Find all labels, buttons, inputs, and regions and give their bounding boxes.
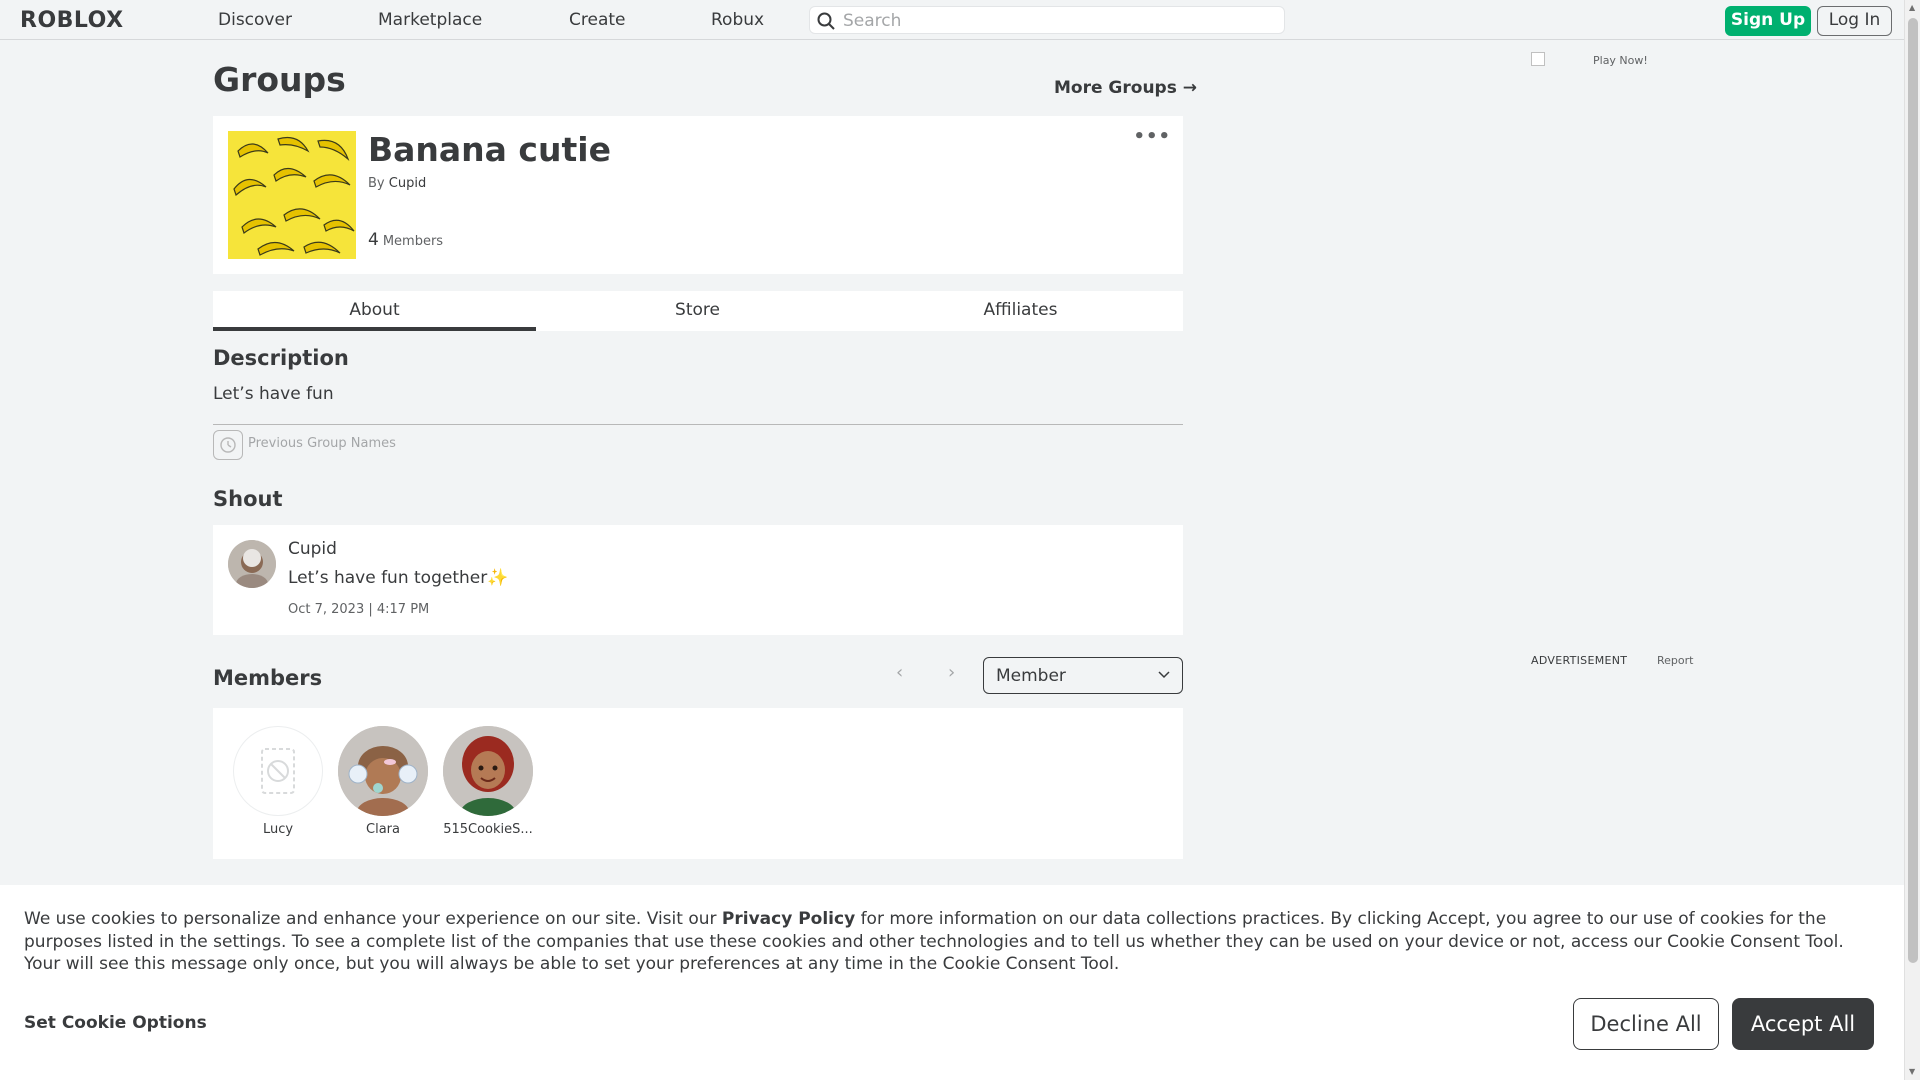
page-title: Groups — [213, 60, 346, 99]
group-tabs: About Store Affiliates — [213, 291, 1183, 331]
ad-image-alt[interactable]: Play Now! — [1593, 54, 1648, 67]
previous-names-label: Previous Group Names — [248, 436, 396, 451]
shout-author[interactable]: Cupid — [288, 539, 337, 559]
tab-affiliates[interactable]: Affiliates — [859, 291, 1182, 331]
login-button[interactable]: Log In — [1817, 6, 1892, 36]
member-name: 515CookieS... — [443, 822, 533, 837]
search-input[interactable] — [843, 10, 1273, 31]
ellipsis-icon[interactable]: ••• — [1133, 126, 1171, 147]
ad-report-link[interactable]: Report — [1657, 654, 1693, 667]
roblox-logo[interactable]: ROBLOX — [20, 8, 124, 33]
chevron-right-icon[interactable]: › — [948, 662, 955, 683]
nav-discover[interactable]: Discover — [218, 10, 292, 30]
shout-date: Oct 7, 2023 | 4:17 PM — [288, 602, 430, 617]
description-text: Let’s have fun — [213, 384, 334, 404]
avatar — [443, 726, 533, 816]
member-name: Clara — [366, 822, 400, 837]
decline-all-button[interactable]: Decline All — [1573, 998, 1719, 1050]
member-tile[interactable]: Clara — [338, 726, 428, 837]
tab-store[interactable]: Store — [536, 291, 859, 331]
shout-text: Let’s have fun together✨ — [288, 568, 509, 588]
group-header-card: Banana cutie By Cupid 4 Members ••• — [213, 116, 1183, 274]
member-tile[interactable]: 515CookieS... — [443, 726, 533, 837]
member-count: 4 Members — [368, 230, 443, 250]
search-icon — [817, 12, 835, 30]
shout-title: Shout — [213, 487, 283, 511]
group-icon-image — [228, 131, 356, 259]
search-box[interactable] — [809, 6, 1285, 34]
description-title: Description — [213, 346, 349, 370]
set-cookie-options-link[interactable]: Set Cookie Options — [24, 1013, 207, 1033]
nav-marketplace[interactable]: Marketplace — [378, 10, 482, 30]
role-select[interactable]: Member — [983, 657, 1183, 694]
owner-link[interactable]: Cupid — [389, 176, 426, 191]
avatar[interactable] — [228, 540, 276, 588]
chevron-down-icon — [1158, 671, 1170, 679]
members-title: Members — [213, 666, 323, 690]
broken-image-icon[interactable] — [1531, 52, 1545, 66]
cookie-text: We use cookies to personalize and enhanc… — [24, 908, 1884, 976]
top-navigation: ROBLOX Discover Marketplace Create Robux… — [0, 0, 1904, 40]
group-owner: By Cupid — [368, 176, 426, 191]
scroll-up-icon[interactable]: ▲ — [1909, 3, 1915, 12]
chevron-left-icon[interactable]: ‹ — [896, 662, 903, 683]
member-count-label: Members — [382, 234, 444, 249]
advertisement-label: ADVERTISEMENT — [1531, 654, 1628, 667]
members-card: Lucy Clara 515CookieS... — [213, 708, 1183, 859]
tab-about[interactable]: About — [213, 291, 536, 331]
accept-all-button[interactable]: Accept All — [1732, 998, 1874, 1050]
more-groups-link[interactable]: More Groups → — [1054, 78, 1197, 98]
nav-robux[interactable]: Robux — [711, 10, 764, 30]
owner-prefix: By — [368, 176, 385, 191]
scroll-down-icon[interactable]: ▼ — [1909, 1067, 1915, 1076]
scrollbar-thumb[interactable] — [1908, 18, 1918, 963]
signup-button[interactable]: Sign Up — [1725, 6, 1811, 36]
scrollbar[interactable]: ▲ ▼ — [1904, 0, 1920, 1080]
nav-create[interactable]: Create — [569, 10, 626, 30]
divider — [213, 424, 1183, 425]
member-count-value: 4 — [368, 230, 379, 250]
member-name: Lucy — [262, 822, 294, 837]
history-icon — [213, 430, 243, 460]
role-select-value: Member — [996, 666, 1066, 686]
cookie-banner: We use cookies to personalize and enhanc… — [0, 885, 1904, 1080]
privacy-policy-link[interactable]: Privacy Policy — [722, 909, 855, 929]
group-name: Banana cutie — [368, 130, 611, 169]
cookie-text-pre: We use cookies to personalize and enhanc… — [24, 909, 722, 929]
member-tile[interactable]: Lucy — [233, 726, 323, 837]
avatar — [338, 726, 428, 816]
placeholder-icon — [233, 726, 323, 816]
shout-card: Cupid Let’s have fun together✨ Oct 7, 20… — [213, 525, 1183, 635]
